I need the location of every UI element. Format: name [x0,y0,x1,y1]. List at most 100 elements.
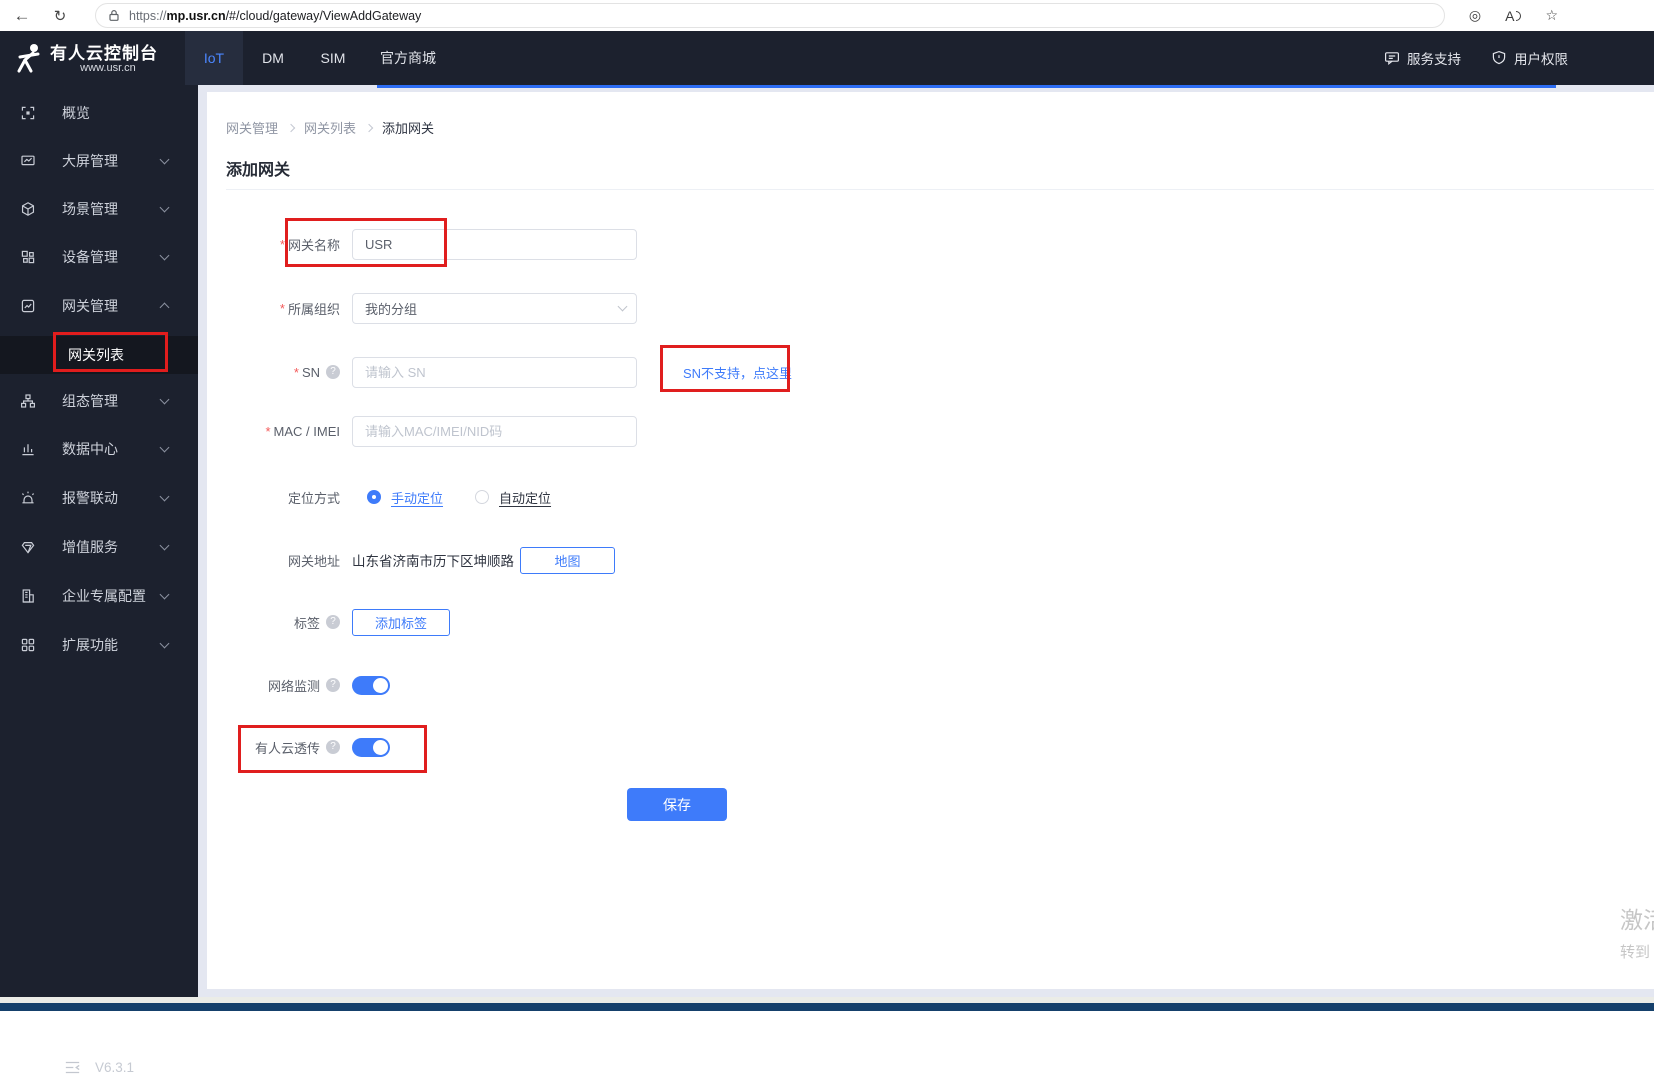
extension-icon [21,638,35,652]
chevron-down-icon [159,394,170,405]
tab-official-mall[interactable]: 官方商城 [363,31,453,85]
browser-back-button[interactable]: ← [8,0,36,31]
collapse-sidebar-icon[interactable] [64,1060,81,1075]
sidebar-item-value-added-services[interactable]: 增值服务 [0,525,198,569]
sidebar: 概览 大屏管理 场景管理 设备管理 网关管理 网关列表 组态管理 数据中心 报警… [0,85,198,1075]
sidebar-item-gateway-list[interactable]: 网关列表 [0,336,198,374]
sn-label: * SN ? [207,365,352,380]
required-asterisk: * [279,300,285,316]
url-text: https://mp.usr.cn/#/cloud/gateway/ViewAd… [129,8,422,23]
breadcrumb-separator [286,123,296,132]
favorite-star-icon[interactable]: ☆ [1545,7,1558,24]
sidebar-item-topology-mgmt[interactable]: 组态管理 [0,379,198,423]
chevron-down-icon [159,540,170,551]
mac-imei-input[interactable] [352,415,637,447]
network-monitor-toggle[interactable] [352,675,390,695]
positioning-label: 定位方式 [287,490,340,506]
page-title: 添加网关 [226,162,291,179]
chevron-down-icon [159,202,170,213]
sn-input[interactable] [352,356,637,388]
read-aloud-icon[interactable]: A [1505,8,1522,24]
manual-positioning-option[interactable]: 手动定位 [391,488,443,507]
required-asterisk: * [265,423,271,439]
app-subtitle: www.usr.cn [80,62,136,74]
sidebar-item-extensions[interactable]: 扩展功能 [0,623,198,667]
activation-watermark: 激活 转到 [1620,907,1654,961]
gateway-icon [21,299,35,313]
organization-select[interactable]: 我的分组 [352,292,637,324]
address-value: 山东省济南市历下区坤顺路 [352,554,514,569]
form-row-sn: * SN ? SN不支持，点这里 [207,355,792,389]
scene-icon [21,202,35,216]
tab-iot[interactable]: IoT [185,31,243,85]
tags-label: 标签 ? [207,613,352,632]
add-tag-button[interactable]: 添加标签 [352,608,450,636]
lock-icon [108,9,120,22]
title-divider [226,189,1654,190]
alarm-icon [21,491,35,504]
gateway-name-input[interactable] [352,228,637,260]
app-title: 有人云控制台 [50,44,158,63]
map-button[interactable]: 地图 [520,546,615,574]
form-row-passthrough: 有人云透传 ? [207,730,390,764]
chevron-down-icon [159,638,170,649]
browser-refresh-button[interactable]: ↻ [46,0,74,31]
auto-positioning-radio[interactable] [475,490,490,504]
sidebar-item-enterprise-config[interactable]: 企业专属配置 [0,574,198,618]
form-row-address: 网关地址 山东省济南市历下区坤顺路 地图 [207,543,615,577]
chat-icon [1384,50,1400,66]
save-button[interactable]: 保存 [627,788,727,821]
breadcrumb-separator [364,123,374,132]
manual-positioning-radio[interactable] [367,490,381,504]
taskbar-strip [0,1003,1654,1011]
breadcrumb-gateway-list[interactable]: 网关列表 [304,118,356,137]
sidebar-item-data-center[interactable]: 数据中心 [0,427,198,471]
network-monitor-label: 网络监测 ? [207,676,352,695]
enterprise-icon [22,589,34,603]
sidebar-item-device-mgmt[interactable]: 设备管理 [0,235,198,279]
breadcrumb-gateway-mgmt[interactable]: 网关管理 [226,118,278,137]
top-nav-tabs: IoT DM SIM 官方商城 [185,31,453,85]
service-support-link[interactable]: 服务支持 [1384,48,1461,68]
address-label: 网关地址 [287,553,340,569]
sidebar-item-screen-mgmt[interactable]: 大屏管理 [0,139,198,183]
add-gateway-page: 网关管理 网关列表 添加网关 添加网关 * 网关名称 * 所属组织 我的分组 *… [207,92,1654,989]
send-to-device-icon[interactable]: ◎ [1469,7,1481,24]
usr-logo-icon [17,44,40,73]
form-row-positioning: 定位方式 手动定位 自动定位 [207,480,551,514]
auto-positioning-option[interactable]: 自动定位 [499,488,551,507]
help-icon[interactable]: ? [326,365,340,379]
form-row-tags: 标签 ? 添加标签 [207,605,450,639]
help-icon[interactable]: ? [326,740,340,754]
chevron-down-icon [617,301,628,312]
passthrough-label: 有人云透传 ? [207,738,352,757]
topology-icon [21,394,35,408]
organization-label: * 所属组织 [279,300,340,317]
overview-icon [21,106,35,120]
chevron-down-icon [159,154,170,165]
sn-not-supported-link[interactable]: SN不支持，点这里 [683,363,792,382]
shield-icon [1491,50,1507,66]
app-top-bar: 有人云控制台 www.usr.cn IoT DM SIM 官方商城 服务支持 用… [0,31,1654,85]
help-icon[interactable]: ? [326,615,340,629]
sidebar-item-scene-mgmt[interactable]: 场景管理 [0,187,198,231]
sidebar-item-overview[interactable]: 概览 [0,91,198,135]
form-row-mac-imei: * MAC / IMEI [207,414,637,448]
tab-sim[interactable]: SIM [303,31,363,85]
breadcrumb-current: 添加网关 [382,121,435,136]
tab-dm[interactable]: DM [243,31,303,85]
help-icon[interactable]: ? [326,678,340,692]
mac-imei-label: * MAC / IMEI [265,423,340,439]
browser-address-bar[interactable]: https://mp.usr.cn/#/cloud/gateway/ViewAd… [95,3,1445,28]
chevron-down-icon [159,250,170,261]
sidebar-item-gateway-mgmt[interactable]: 网关管理 [0,284,198,328]
required-asterisk: * [279,236,285,252]
browser-chrome: ← ↻ https://mp.usr.cn/#/cloud/gateway/Vi… [0,0,1654,31]
breadcrumb: 网关管理 网关列表 添加网关 [226,118,434,137]
chevron-down-icon [159,442,170,453]
version-label: V6.3.1 [95,1059,135,1075]
sidebar-item-alarm-linkage[interactable]: 报警联动 [0,476,198,520]
screen-icon [21,155,35,166]
passthrough-toggle[interactable] [352,737,390,757]
user-permission-link[interactable]: 用户权限 [1491,48,1568,68]
